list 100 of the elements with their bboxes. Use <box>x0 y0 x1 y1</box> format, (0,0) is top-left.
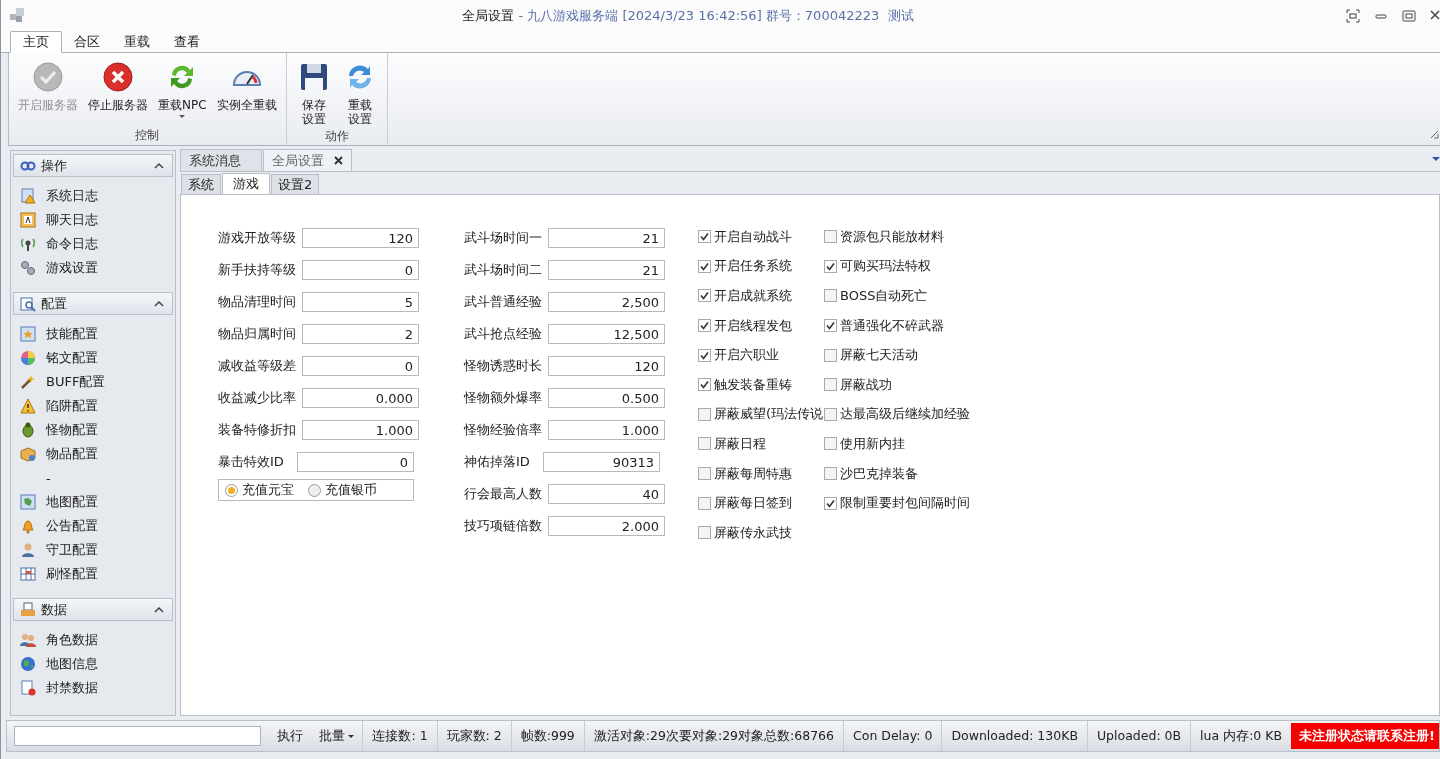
number-field[interactable]: 21 <box>548 260 665 280</box>
sidebar-item[interactable]: 公告配置 <box>46 517 98 535</box>
batch-dropdown[interactable]: 批量 <box>319 727 346 745</box>
radio-button[interactable] <box>225 483 238 497</box>
settings-tab[interactable]: 游戏 <box>222 173 270 194</box>
settings-tab[interactable]: 设置2 <box>271 174 320 194</box>
checkbox[interactable] <box>698 230 711 244</box>
sidebar-item[interactable]: 系统日志 <box>46 187 98 205</box>
number-field[interactable]: 1.000 <box>302 420 419 440</box>
run-button[interactable]: 执行 <box>269 724 312 748</box>
section-title: 数据 <box>41 600 68 619</box>
status-text: Downloaded: 130KB <box>941 721 1087 751</box>
checkbox[interactable] <box>698 378 711 392</box>
number-field[interactable]: 0 <box>302 356 419 376</box>
sidebar-item[interactable]: 怪物配置 <box>46 421 98 439</box>
checkbox[interactable] <box>824 319 837 333</box>
checkbox[interactable] <box>698 496 711 510</box>
number-field[interactable]: 120 <box>548 356 665 376</box>
ribbon-button[interactable]: 重载设置 <box>336 57 383 128</box>
magnifier-document-icon <box>20 295 36 312</box>
number-field[interactable]: 0 <box>302 260 419 280</box>
sidebar-item[interactable]: 角色数据 <box>46 631 98 649</box>
checkbox[interactable] <box>698 348 711 362</box>
close-icon <box>102 61 134 93</box>
checkbox-label: 开启任务系统 <box>714 257 792 276</box>
number-field[interactable]: 5 <box>302 292 419 312</box>
section-header[interactable]: 操作 <box>13 154 173 177</box>
checkbox-label: 开启自动战斗 <box>714 227 792 246</box>
section-header[interactable]: 配置 <box>13 292 173 315</box>
checkbox[interactable] <box>698 437 711 451</box>
sidebar-item[interactable]: 物品配置 <box>46 445 98 463</box>
checkbox[interactable] <box>698 526 711 540</box>
field-label: 减收益等级差 <box>218 357 296 375</box>
sidebar-item[interactable]: 聊天日志 <box>46 211 98 229</box>
checkbox[interactable] <box>824 259 837 273</box>
number-field[interactable]: 21 <box>548 228 665 248</box>
sidebar-item[interactable]: 游戏设置 <box>46 259 98 277</box>
checkbox[interactable] <box>698 319 711 333</box>
sidebar-item[interactable]: 封禁数据 <box>46 679 98 697</box>
ribbon-button[interactable]: 实例全重载 <box>211 57 282 127</box>
checkbox[interactable] <box>698 289 711 303</box>
sidebar-item[interactable]: 刷怪配置 <box>46 565 98 583</box>
status-text: 玩家数: 2 <box>436 721 511 751</box>
number-field[interactable]: 0 <box>297 452 414 472</box>
number-field[interactable]: 0.000 <box>302 388 419 408</box>
checkbox[interactable] <box>824 437 837 451</box>
section-title: 操作 <box>41 156 68 175</box>
ribbon-tab[interactable]: 重载 <box>112 31 162 53</box>
checkbox[interactable] <box>698 467 711 481</box>
number-field[interactable]: 2 <box>302 324 419 344</box>
maximize-icon[interactable] <box>1402 8 1416 23</box>
ribbon-tab[interactable]: 查看 <box>162 31 212 53</box>
close-icon[interactable] <box>334 156 343 165</box>
checkbox[interactable] <box>824 378 837 392</box>
command-field[interactable] <box>14 726 262 746</box>
number-field[interactable]: 2.000 <box>548 516 665 536</box>
number-field[interactable]: 12,500 <box>548 324 665 344</box>
checkbox[interactable] <box>824 348 837 362</box>
color-wheel-icon <box>20 350 36 366</box>
number-field[interactable]: 1.000 <box>548 420 665 440</box>
ribbon-button[interactable]: 重载NPC <box>153 57 212 127</box>
fullscreen-icon[interactable] <box>1346 8 1360 23</box>
radio-button[interactable] <box>308 483 321 497</box>
sidebar-item[interactable]: 陷阱配置 <box>46 397 98 415</box>
sidebar-item[interactable]: BUFF配置 <box>46 373 106 391</box>
number-field[interactable]: 40 <box>548 484 665 504</box>
sidebar-item[interactable]: 地图信息 <box>46 655 98 673</box>
document-x-icon <box>20 680 36 696</box>
checkbox[interactable] <box>698 259 711 273</box>
checkbox[interactable] <box>824 230 837 244</box>
number-field[interactable]: 120 <box>302 228 419 248</box>
checkbox[interactable] <box>698 407 711 421</box>
warning-icon <box>20 398 36 414</box>
sidebar-item[interactable]: 地图配置 <box>46 493 98 511</box>
sidebar-item[interactable]: 命令日志 <box>46 235 98 253</box>
ribbon-button[interactable]: 保存设置 <box>290 57 337 128</box>
sidebar-item[interactable]: 守卫配置 <box>46 541 98 559</box>
ribbon-tab[interactable]: 合区 <box>62 31 112 53</box>
section-header[interactable]: 数据 <box>13 598 173 621</box>
sidebar-item[interactable]: - <box>46 470 51 486</box>
number-field[interactable]: 2,500 <box>548 292 665 312</box>
number-field[interactable]: 0.500 <box>548 388 665 408</box>
letter-icon <box>20 212 36 228</box>
settings-tab[interactable]: 系统 <box>181 174 221 194</box>
checkbox[interactable] <box>824 289 837 303</box>
sidebar-item[interactable]: 技能配置 <box>46 325 98 343</box>
number-field[interactable]: 90313 <box>543 452 660 472</box>
ribbon-tab[interactable]: 主页 <box>10 31 62 53</box>
checkbox[interactable] <box>824 496 837 510</box>
document-tab[interactable]: 全局设置 <box>263 149 352 171</box>
document-tab[interactable]: 系统消息 <box>180 149 262 171</box>
printer-icon <box>20 601 36 618</box>
field-label: 物品归属时间 <box>218 325 296 343</box>
checkbox[interactable] <box>824 407 837 421</box>
dropdown-arrow-icon[interactable] <box>1432 157 1440 161</box>
sidebar-item[interactable]: 铭文配置 <box>46 349 98 367</box>
field-label: 武斗普通经验 <box>464 293 542 311</box>
checkbox[interactable] <box>824 467 837 481</box>
person-icon <box>20 542 36 558</box>
ribbon-button[interactable]: 停止服务器 <box>83 57 153 127</box>
